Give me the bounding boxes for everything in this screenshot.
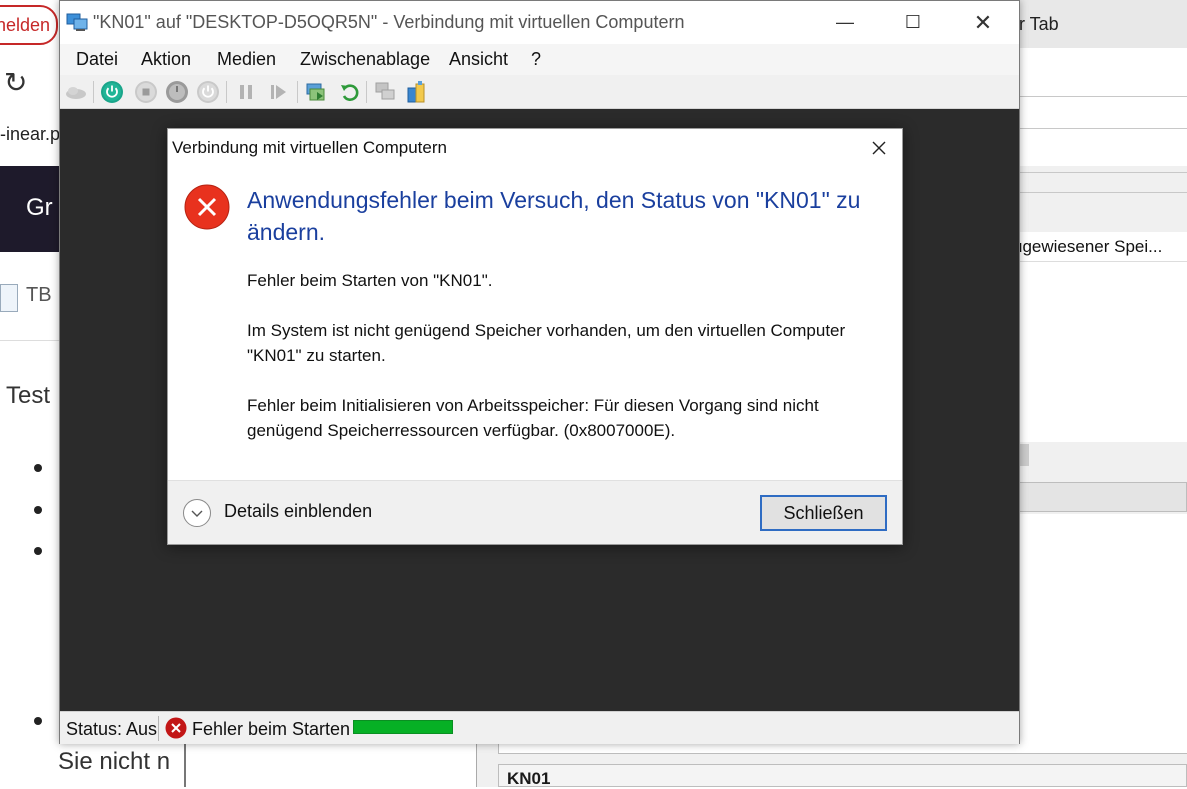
divider xyxy=(476,744,477,787)
enhanced-session-icon[interactable] xyxy=(373,80,397,104)
revert-icon[interactable] xyxy=(338,80,362,104)
toolbar-separator xyxy=(366,81,367,103)
divider xyxy=(1019,192,1187,193)
divider xyxy=(184,744,186,787)
error-message: Im System ist nicht genügend Speicher vo… xyxy=(247,321,846,365)
menu-zwischenablage[interactable]: Zwischenablage xyxy=(300,49,430,70)
document-icon xyxy=(0,284,18,312)
tab-label[interactable]: r Tab xyxy=(1019,14,1059,35)
reload-icon[interactable]: ↻ xyxy=(4,66,27,99)
divider xyxy=(1019,172,1187,173)
menu-medien[interactable]: Medien xyxy=(217,49,276,70)
shut-down-icon[interactable] xyxy=(165,80,189,104)
maximize-icon[interactable]: ☐ xyxy=(890,1,936,44)
bullet-icon xyxy=(34,547,42,555)
menu-help[interactable]: ? xyxy=(531,49,541,70)
column-header-label: ugewiesener Spei... xyxy=(1019,237,1163,256)
vm-name-header: KN01 xyxy=(498,764,1187,788)
chevron-down-icon[interactable] xyxy=(182,498,212,528)
bullet-icon xyxy=(34,464,42,472)
status-bar: Status: Aus Fehler beim Starten xyxy=(60,711,1019,744)
error-heading: Anwendungsfehler beim Versuch, den Statu… xyxy=(247,187,861,245)
resume-icon[interactable] xyxy=(266,80,290,104)
vm-connect-icon xyxy=(66,13,88,31)
pause-icon[interactable] xyxy=(234,80,258,104)
bullet-icon xyxy=(34,506,42,514)
details-toggle-label[interactable]: Details einblenden xyxy=(224,501,372,522)
tab-strip: r Tab xyxy=(1019,0,1187,48)
bullet-icon xyxy=(34,717,42,725)
panel xyxy=(1019,48,1187,166)
divider xyxy=(158,716,159,741)
ctrl-alt-del-icon[interactable] xyxy=(64,80,88,104)
toolbar xyxy=(60,75,1019,109)
divider xyxy=(1019,96,1187,97)
page-tab-label: TB xyxy=(26,284,52,306)
banner-text: Gr xyxy=(26,194,53,221)
start-icon[interactable] xyxy=(100,80,124,104)
menu-ansicht[interactable]: Ansicht xyxy=(449,49,508,70)
error-dialog: Verbindung mit virtuellen Computern Anwe… xyxy=(167,128,903,545)
scrollbar[interactable] xyxy=(1019,444,1029,466)
power-icon[interactable] xyxy=(196,80,220,104)
close-icon[interactable]: ✕ xyxy=(960,1,1006,44)
error-message: Fehler beim Initialisieren von Arbeitssp… xyxy=(247,396,819,440)
close-button[interactable]: Schließen xyxy=(760,495,887,531)
vm-state-text: Status: Aus xyxy=(66,719,158,739)
site-banner: Gr xyxy=(0,166,60,252)
dialog-title: Verbindung mit virtuellen Computern xyxy=(172,138,447,157)
share-icon[interactable] xyxy=(404,80,428,104)
error-icon xyxy=(165,717,187,739)
page-heading-fragment: Test xyxy=(6,382,51,409)
turn-off-icon[interactable] xyxy=(134,80,158,104)
window-title: "KN01" auf "DESKTOP-D5OQR5N" - Verbindun… xyxy=(93,12,685,32)
divider xyxy=(0,340,60,341)
close-icon[interactable] xyxy=(862,131,896,165)
url-fragment: -inear.p xyxy=(0,124,60,144)
login-button[interactable]: nelden xyxy=(0,5,58,45)
toolbar-separator xyxy=(93,81,94,103)
panel xyxy=(1019,514,1187,754)
background-browser-window: nelden ↻ -inear.p Gr TB Test xyxy=(0,0,60,787)
menu-datei[interactable]: Datei xyxy=(76,49,118,70)
title-bar[interactable]: "KN01" auf "DESKTOP-D5OQR5N" - Verbindun… xyxy=(60,1,1019,44)
error-icon xyxy=(184,184,230,230)
toolbar-separator xyxy=(226,81,227,103)
menu-bar: Datei Aktion Medien Zwischenablage Ansic… xyxy=(60,44,1019,75)
checkpoint-icon[interactable] xyxy=(304,80,328,104)
status-error-text: Fehler beim Starten xyxy=(192,719,351,739)
background-hyperv-manager: r Tab ugewiesener Spei... xyxy=(1019,0,1187,787)
page-text-fragment: Sie nicht n xyxy=(58,748,171,775)
vm-name-label: KN01 xyxy=(507,769,551,788)
progress-bar xyxy=(353,720,453,734)
vm-list xyxy=(1019,262,1187,442)
minimize-icon[interactable]: — xyxy=(822,1,868,44)
divider xyxy=(1019,128,1187,129)
dialog-footer: Details einblenden Schließen xyxy=(168,480,902,544)
menu-aktion[interactable]: Aktion xyxy=(141,49,191,70)
error-message: Fehler beim Starten von "KN01". xyxy=(247,271,493,290)
toolbar-separator xyxy=(297,81,298,103)
section-header xyxy=(1019,482,1187,512)
column-header[interactable]: ugewiesener Spei... xyxy=(1019,232,1187,262)
panel xyxy=(498,744,1187,754)
